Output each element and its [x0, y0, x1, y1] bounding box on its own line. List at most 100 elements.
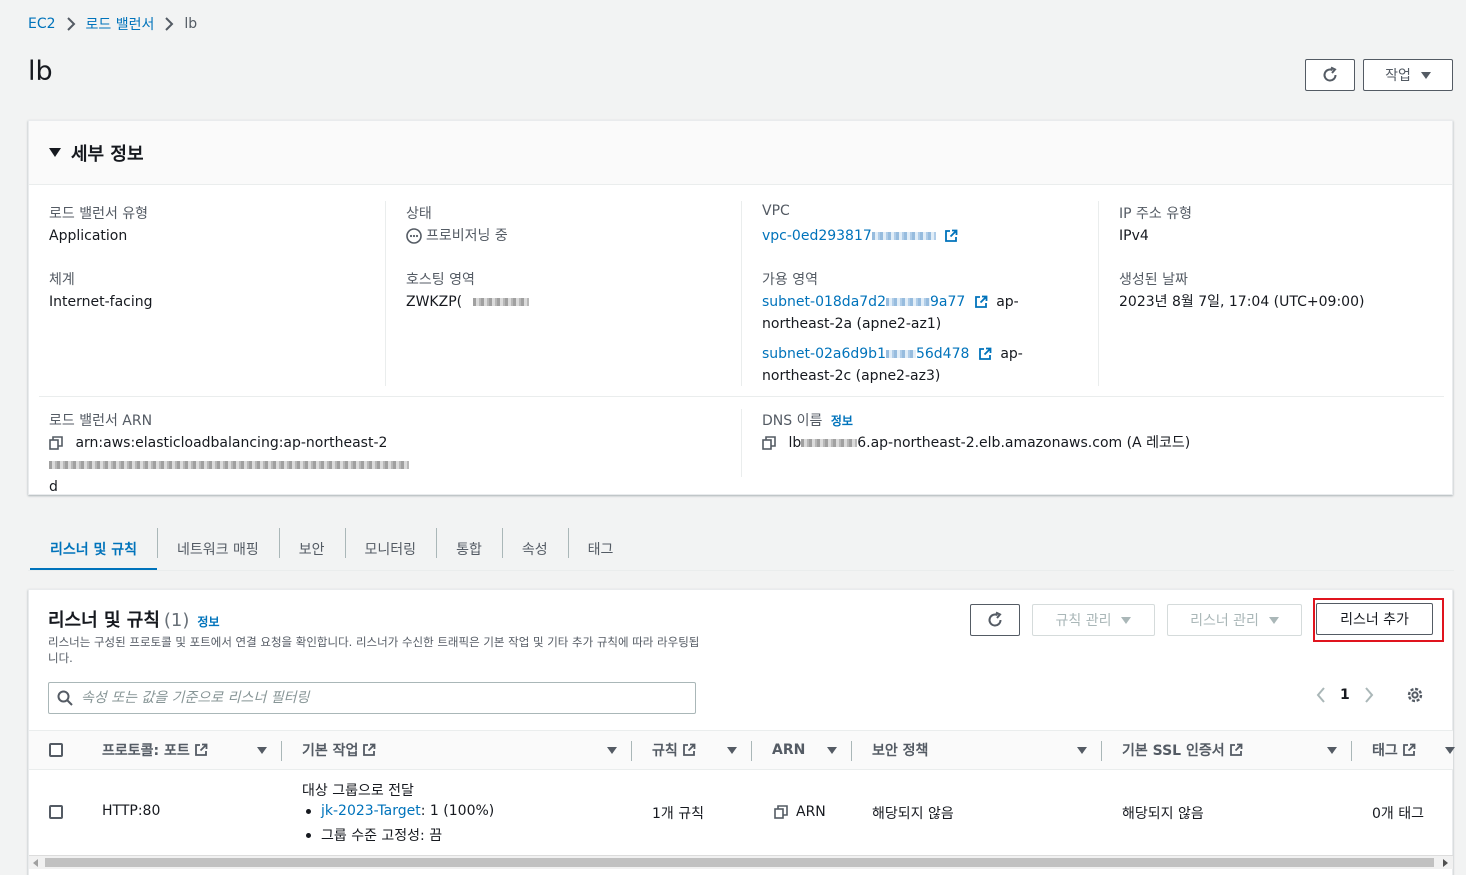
subnet-link-2[interactable]: subnet-02a6d9b1 56d478	[762, 346, 969, 362]
detail-tabs: 리스너 및 규칙 네트워크 매핑 보안 모니터링 통합 속성 태그	[30, 526, 633, 571]
external-link-icon	[978, 347, 992, 360]
scroll-left-icon[interactable]	[33, 859, 39, 867]
tab-tags[interactable]: 태그	[567, 526, 634, 571]
target-group-link[interactable]: jk-2023-Target	[321, 803, 421, 819]
state-value: 프로비저닝 중	[426, 228, 508, 244]
listeners-title: 리스너 및 규칙	[48, 610, 160, 631]
manage-rules-label: 규칙 관리	[1055, 613, 1112, 629]
sort-icon[interactable]	[257, 747, 267, 754]
refresh-button[interactable]	[1305, 59, 1355, 91]
tab-monitoring[interactable]: 모니터링	[344, 526, 437, 571]
row-checkbox[interactable]	[49, 805, 63, 819]
copy-icon[interactable]	[49, 436, 63, 450]
bullet	[306, 808, 311, 814]
tab-listeners[interactable]: 리스너 및 규칙	[30, 526, 158, 571]
col-default-action[interactable]: 기본 작업	[302, 731, 376, 769]
default-action-title: 대상 그룹으로 전달	[302, 783, 414, 799]
breadcrumb-ec2[interactable]: EC2	[28, 16, 56, 32]
tab-security[interactable]: 보안	[278, 526, 345, 571]
scrollbar-thumb[interactable]	[45, 858, 1434, 867]
caret-down-icon	[1121, 616, 1132, 624]
scroll-right-icon[interactable]	[1442, 859, 1448, 867]
refresh-icon	[988, 611, 1002, 627]
gear-icon[interactable]	[1406, 686, 1424, 704]
highlight-box	[1313, 598, 1444, 642]
chevron-left-icon[interactable]	[1316, 687, 1326, 703]
external-link-icon	[1229, 743, 1243, 756]
sort-icon[interactable]	[827, 747, 837, 754]
stickiness-value: 그룹 수준 고정성: 끔	[321, 828, 443, 844]
actions-label: 작업	[1385, 68, 1411, 84]
ssl-cert-value: 해당되지 않음	[1122, 806, 1204, 822]
details-title: 세부 정보	[71, 143, 144, 165]
subnet-link-1[interactable]: subnet-018da7d2 9a77	[762, 294, 965, 310]
sort-icon[interactable]	[607, 747, 617, 754]
tab-network-mapping[interactable]: 네트워크 매핑	[157, 526, 279, 571]
breadcrumb-load-balancers[interactable]: 로드 밸런서	[86, 14, 155, 34]
select-all-checkbox[interactable]	[49, 743, 63, 757]
arn-label: 로드 밸런서 ARN	[49, 413, 153, 429]
redacted-text	[49, 461, 409, 469]
col-rules[interactable]: 규칙	[652, 731, 696, 769]
listener-filter	[48, 682, 696, 714]
copy-icon[interactable]	[774, 805, 788, 819]
breadcrumb: EC2 로드 밸런서 lb	[28, 14, 197, 34]
rules-link[interactable]: 1개 규칙	[652, 803, 704, 823]
col-security-policy[interactable]: 보안 정책	[872, 731, 928, 769]
created-value: 2023년 8월 7일, 17:04 (UTC+09:00)	[1119, 294, 1365, 310]
col-arn[interactable]: ARN	[772, 731, 805, 769]
sort-icon[interactable]	[1077, 747, 1087, 754]
dns-label-row: DNS 이름 정보	[762, 410, 853, 430]
chevron-right-icon[interactable]	[1364, 687, 1374, 703]
ip-type-value: IPv4	[1119, 228, 1149, 244]
copy-icon[interactable]	[762, 436, 776, 450]
protocol-port-link[interactable]: HTTP:80	[102, 803, 160, 819]
bullet	[306, 832, 311, 838]
vpc-label: VPC	[762, 203, 790, 219]
pagination: 1	[1316, 686, 1424, 704]
vpc-value-row: vpc-0ed293817	[762, 225, 958, 247]
listeners-description: 리스너는 구성된 프로토콜 및 포트에서 연결 요청을 확인합니다. 리스너가 …	[48, 635, 700, 665]
hosted-zone-value-row: ZWKZP(	[406, 291, 529, 313]
listeners-title-row: 리스너 및 규칙 (1) 정보	[48, 606, 220, 632]
listeners-count: (1)	[163, 610, 190, 631]
manage-listener-button[interactable]: 리스너 관리	[1167, 604, 1302, 636]
breadcrumb-current: lb	[184, 16, 198, 32]
tab-integrations[interactable]: 통합	[436, 526, 502, 571]
col-ssl-cert[interactable]: 기본 SSL 인증서	[1122, 731, 1243, 769]
col-tags[interactable]: 태그	[1372, 731, 1416, 769]
created-label: 생성된 날짜	[1119, 272, 1188, 288]
dns-value: 6.ap-northeast-2.elb.amazonaws.com (A 레코…	[857, 435, 1191, 451]
lb-type-value: Application	[49, 228, 128, 244]
listener-filter-input[interactable]	[81, 690, 661, 706]
listeners-info-link[interactable]: 정보	[197, 615, 219, 629]
manage-rules-button[interactable]: 규칙 관리	[1032, 604, 1155, 636]
dns-info-link[interactable]: 정보	[831, 414, 853, 428]
az-label: 가용 영역	[762, 272, 818, 288]
actions-dropdown[interactable]: 작업	[1363, 59, 1453, 91]
current-page[interactable]: 1	[1340, 687, 1350, 703]
col-protocol-port[interactable]: 프로토콜: 포트	[102, 731, 208, 769]
sort-icon[interactable]	[727, 747, 737, 754]
tab-attributes[interactable]: 속성	[501, 526, 568, 571]
arn-tail: d	[49, 479, 58, 495]
chevron-right-icon	[165, 17, 174, 31]
sort-icon[interactable]	[1445, 747, 1455, 754]
details-header[interactable]: 세부 정보	[29, 121, 1452, 185]
tags-link[interactable]: 0개 태그	[1372, 803, 1424, 823]
caret-down-icon	[49, 148, 61, 157]
divider	[39, 396, 1444, 397]
refresh-icon	[1323, 66, 1337, 82]
az2-row: subnet-02a6d9b1 56d478 ap-northeast-2c (a…	[762, 343, 1082, 387]
redacted-text	[801, 439, 858, 447]
caret-down-icon	[1268, 616, 1279, 624]
vpc-link[interactable]: vpc-0ed293817	[762, 228, 936, 244]
horizontal-scrollbar[interactable]	[29, 855, 1453, 869]
state-value-row: 프로비저닝 중	[406, 225, 508, 247]
az1-row: subnet-018da7d2 9a77 ap-northeast-2a (apn…	[762, 291, 1082, 335]
sort-icon[interactable]	[1327, 747, 1337, 754]
arn-value-row: arn:aws:elasticloadbalancing:ap-northeas…	[49, 432, 729, 498]
listeners-refresh-button[interactable]	[970, 604, 1020, 636]
external-link-icon	[974, 295, 988, 308]
target-weight: : 1 (100%)	[420, 803, 495, 819]
